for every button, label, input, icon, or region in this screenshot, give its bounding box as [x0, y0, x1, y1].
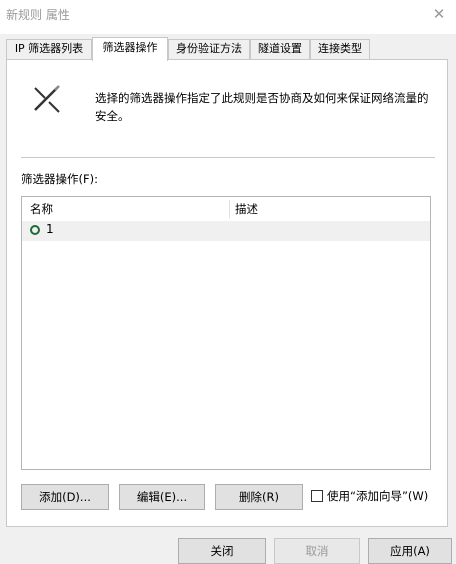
separator	[21, 157, 435, 158]
list-item[interactable]: 1	[22, 221, 430, 241]
tab-authentication-methods[interactable]: 身份验证方法	[168, 39, 250, 59]
add-button[interactable]: 添加(D)...	[21, 484, 109, 510]
cancel-button[interactable]: 取消	[274, 538, 360, 564]
use-add-wizard-label[interactable]: 使用“添加向导”(W)	[327, 488, 428, 504]
use-add-wizard-checkbox[interactable]	[311, 490, 323, 502]
tab-ip-filter-list[interactable]: IP 筛选器列表	[6, 39, 92, 59]
list-item-name: 1	[46, 222, 54, 236]
magic-wand-icon	[34, 85, 60, 113]
filter-action-description: 选择的筛选器操作指定了此规则是否协商及如何来保证网络流量的安全。	[95, 91, 429, 123]
title-bar: 新规则 属性 ✕	[0, 0, 456, 34]
apply-button[interactable]: 应用(A)	[368, 538, 452, 564]
column-divider[interactable]	[229, 200, 230, 218]
column-header-description[interactable]: 描述	[235, 200, 258, 218]
close-button[interactable]: 关闭	[178, 538, 266, 564]
tab-filter-action[interactable]: 筛选器操作	[92, 37, 168, 61]
filter-actions-list[interactable]: 名称 描述 1	[21, 196, 431, 470]
tab-panel: 选择的筛选器操作指定了此规则是否协商及如何来保证网络流量的安全。 筛选器操作(F…	[6, 59, 448, 527]
tab-connection-type[interactable]: 连接类型	[310, 39, 370, 59]
radio-circle-icon[interactable]	[30, 225, 40, 235]
window-title: 新规则 属性	[6, 8, 70, 22]
edit-button[interactable]: 编辑(E)...	[119, 484, 205, 510]
remove-button[interactable]: 删除(R)	[215, 484, 303, 510]
column-header-name[interactable]: 名称	[30, 200, 53, 218]
tab-tunnel-settings[interactable]: 隧道设置	[250, 39, 310, 59]
close-icon[interactable]: ✕	[428, 3, 450, 25]
filter-actions-label: 筛选器操作(F):	[21, 172, 98, 186]
